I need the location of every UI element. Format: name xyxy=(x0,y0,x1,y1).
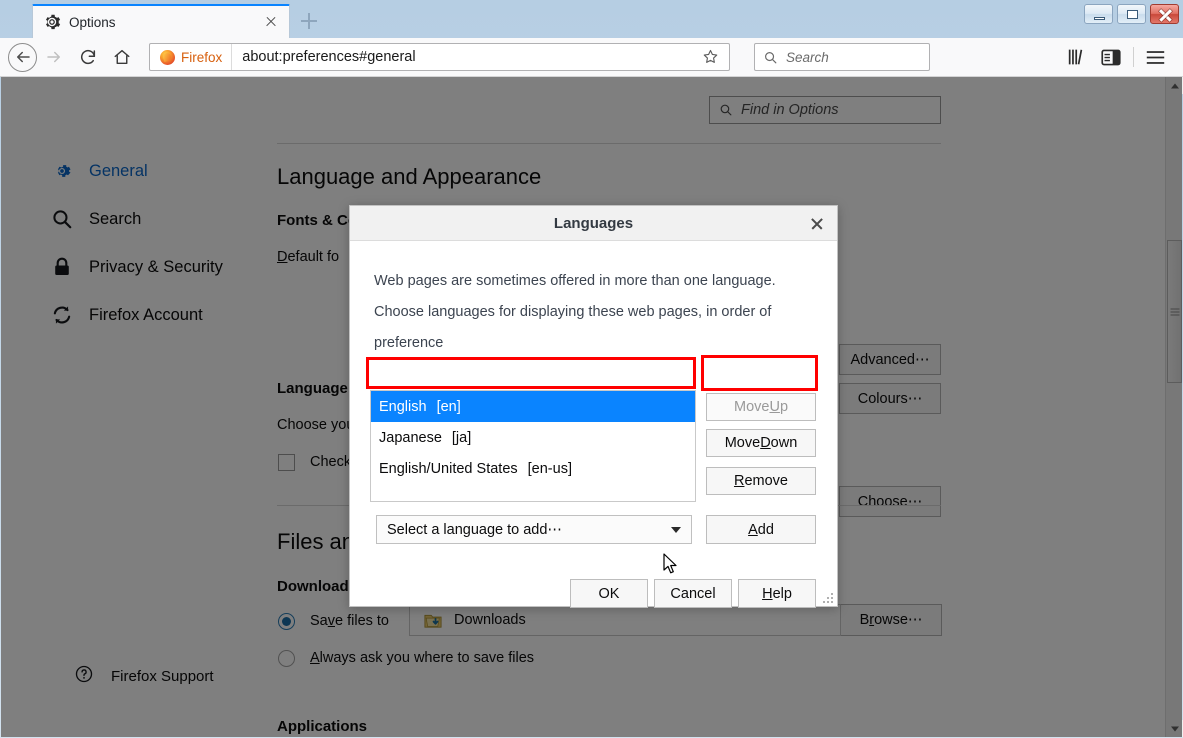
navigation-toolbar: Firefox about:preferences#general Search xyxy=(0,38,1183,77)
gear-icon xyxy=(43,13,61,31)
sidebar-icon[interactable] xyxy=(1094,42,1128,72)
star-icon[interactable] xyxy=(699,45,723,69)
home-icon[interactable] xyxy=(105,40,139,74)
help-button[interactable]: Help xyxy=(738,579,816,608)
chevron-down-icon xyxy=(671,526,681,533)
dialog-body: Web pages are sometimes offered in more … xyxy=(350,241,837,608)
identity-box[interactable]: Firefox xyxy=(150,44,233,70)
language-name: Japanese xyxy=(379,429,442,446)
url-bar[interactable]: Firefox about:preferences#general xyxy=(149,43,730,71)
toolbar-icons xyxy=(1060,40,1183,74)
resize-grip[interactable] xyxy=(822,592,834,604)
dialog-title: Languages xyxy=(553,214,634,232)
minimize-button[interactable] xyxy=(1084,4,1113,24)
plus-icon[interactable] xyxy=(296,9,322,33)
language-name: English/United States xyxy=(379,460,518,477)
back-arrow-icon[interactable] xyxy=(8,42,37,72)
reload-icon[interactable] xyxy=(71,40,105,74)
dialog-description: Web pages are sometimes offered in more … xyxy=(374,273,776,351)
language-name: English xyxy=(379,398,427,415)
close-icon[interactable] xyxy=(807,214,827,234)
dialog-header: Languages xyxy=(350,206,837,241)
cancel-button[interactable]: Cancel xyxy=(654,579,732,608)
language-list[interactable]: English [en] Japanese [ja] English/Unite… xyxy=(370,390,696,502)
language-code: [en-us] xyxy=(527,460,572,477)
language-code: [en] xyxy=(436,398,461,415)
identity-label: Firefox xyxy=(181,49,223,65)
url-text: about:preferences#general xyxy=(242,49,416,65)
window-controls xyxy=(1084,4,1179,24)
list-item[interactable]: English/United States [en-us] xyxy=(371,453,695,484)
remove-button[interactable]: Remove xyxy=(706,467,816,495)
forward-arrow-icon[interactable] xyxy=(37,40,71,74)
list-item[interactable]: Japanese [ja] xyxy=(371,422,695,453)
maximize-button[interactable] xyxy=(1117,4,1146,24)
search-input[interactable]: Search xyxy=(786,50,829,65)
search-icon xyxy=(763,50,778,65)
search-bar[interactable]: Search xyxy=(754,43,930,71)
close-button[interactable] xyxy=(1150,4,1179,24)
select-language-value: Select a language to add⋯ xyxy=(387,521,562,538)
add-button[interactable]: Add xyxy=(706,515,816,544)
firefox-logo-icon xyxy=(160,49,175,65)
tab-options[interactable]: Options xyxy=(32,4,290,38)
move-down-button[interactable]: Move Down xyxy=(706,429,816,457)
language-code: [ja] xyxy=(451,429,472,446)
browser-window: Options Firefox about:preferences#genera… xyxy=(0,0,1183,738)
library-icon[interactable] xyxy=(1060,42,1094,72)
hamburger-menu-icon[interactable] xyxy=(1139,42,1173,72)
move-up-button[interactable]: Move Up xyxy=(706,393,816,421)
tab-strip: Options xyxy=(0,0,1183,38)
tab-title: Options xyxy=(69,14,116,30)
ok-button[interactable]: OK xyxy=(570,579,648,608)
list-item[interactable]: English [en] xyxy=(371,391,695,422)
languages-dialog: Languages Web pages are sometimes offere… xyxy=(349,205,838,608)
close-icon[interactable] xyxy=(261,12,281,32)
toolbar-separator xyxy=(1133,47,1134,67)
select-language-dropdown[interactable]: Select a language to add⋯ xyxy=(376,515,692,544)
